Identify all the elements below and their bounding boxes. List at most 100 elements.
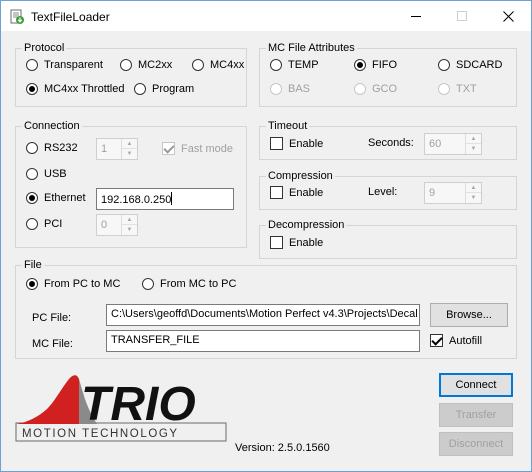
- timeout-seconds-label: Seconds:: [368, 137, 414, 149]
- close-button[interactable]: [485, 1, 531, 31]
- from-mc-to-pc-radio[interactable]: From MC to PC: [142, 278, 236, 290]
- mc-file-attributes-group: MC File Attributes TEMP FIFO SDCARD BAS …: [259, 41, 517, 107]
- connection-ethernet-radio[interactable]: Ethernet: [26, 192, 86, 204]
- connection-legend: Connection: [22, 119, 82, 133]
- protocol-group: Protocol Transparent MC2xx MC4xx MC4xx T…: [15, 41, 247, 107]
- timeout-seconds-value: 60: [429, 138, 442, 150]
- radio-circle: [26, 218, 38, 230]
- app-icon: [10, 9, 24, 24]
- radio-circle: [192, 59, 204, 71]
- spin-up-icon: ▲: [466, 183, 481, 193]
- trio-logo: TRIO MOTION TECHNOLOGY: [15, 375, 227, 442]
- checkbox: [270, 236, 283, 249]
- attr-bas-radio: BAS: [270, 83, 310, 95]
- rs232-port-spinner: 1 ▲ ▼: [96, 138, 138, 160]
- radio-circle-selected: [26, 192, 38, 204]
- mc-file-label: MC File:: [32, 338, 73, 350]
- trio-tagline-text: MOTION TECHNOLOGY: [22, 428, 179, 440]
- spin-down-icon: ▼: [126, 227, 133, 233]
- window-title: TextFileLoader: [31, 10, 110, 24]
- protocol-transparent-radio[interactable]: Transparent: [26, 59, 103, 71]
- radio-circle: [26, 59, 38, 71]
- text-caret: [171, 192, 173, 205]
- radio-circle: [120, 59, 132, 71]
- spin-up-icon: ▲: [466, 134, 481, 144]
- file-legend: File: [22, 258, 44, 272]
- radio-circle: [142, 278, 154, 290]
- mc-file-attributes-legend: MC File Attributes: [266, 41, 357, 55]
- connect-button[interactable]: Connect: [439, 373, 513, 397]
- ethernet-address-input[interactable]: 192.168.0.250: [96, 188, 234, 210]
- spin-up-icon: ▲: [122, 215, 137, 225]
- from-pc-to-mc-radio[interactable]: From PC to MC: [26, 278, 120, 290]
- rs232-port-value: 1: [101, 143, 108, 155]
- transfer-button[interactable]: Transfer: [439, 403, 513, 427]
- decompression-legend: Decompression: [266, 218, 347, 232]
- spin-down-icon: ▼: [470, 195, 477, 201]
- timeout-enable-checkbox[interactable]: Enable: [270, 137, 323, 150]
- minimize-icon: [411, 15, 421, 17]
- attr-gco-radio: GCO: [354, 83, 397, 95]
- compression-level-label: Level:: [368, 186, 398, 198]
- attr-sdcard-radio[interactable]: SDCARD: [438, 59, 502, 71]
- connection-usb-radio[interactable]: USB: [26, 168, 67, 180]
- connection-rs232-radio[interactable]: RS232: [26, 142, 78, 154]
- compression-level-value: 9: [429, 187, 436, 199]
- protocol-program-radio[interactable]: Program: [134, 83, 194, 95]
- pci-spinner: 0 ▲ ▼: [96, 214, 138, 236]
- radio-circle-disabled: [354, 83, 366, 95]
- spin-up-icon: ▲: [122, 139, 137, 149]
- protocol-legend: Protocol: [22, 41, 67, 55]
- radio-circle-disabled: [270, 83, 282, 95]
- version-text: Version: 2.5.0.1560: [235, 442, 330, 454]
- radio-circle-disabled: [438, 83, 450, 95]
- spin-down-icon: ▼: [126, 151, 133, 157]
- radio-circle: [270, 59, 282, 71]
- compression-group: Compression Enable Level: 9 ▲ ▼: [259, 169, 517, 210]
- checkbox: [270, 186, 283, 199]
- connection-group: Connection RS232 1 ▲ ▼ Fast mode USB Ethe…: [15, 119, 247, 248]
- timeout-legend: Timeout: [266, 119, 310, 133]
- attr-fifo-radio[interactable]: FIFO: [354, 59, 397, 71]
- disconnect-button[interactable]: Disconnect: [439, 432, 513, 456]
- pc-file-label: PC File:: [32, 312, 72, 324]
- protocol-mc4xx-throttled-radio[interactable]: MC4xx Throttled: [26, 83, 125, 95]
- pc-file-input[interactable]: C:\Users\geoffd\Documents\Motion Perfect…: [106, 304, 420, 326]
- autofill-checkbox[interactable]: Autofill: [430, 334, 482, 347]
- protocol-mc2xx-radio[interactable]: MC2xx: [120, 59, 172, 71]
- compression-enable-checkbox[interactable]: Enable: [270, 186, 323, 199]
- mc-file-input[interactable]: TRANSFER_FILE: [106, 330, 420, 352]
- maximize-button[interactable]: [439, 1, 485, 31]
- checkbox: [270, 137, 283, 150]
- textfileloader-window: TextFileLoader Protocol Transparent MC2x…: [0, 0, 532, 472]
- attr-temp-radio[interactable]: TEMP: [270, 59, 319, 71]
- protocol-mc4xx-radio[interactable]: MC4xx: [192, 59, 244, 71]
- close-icon: [502, 10, 514, 22]
- decompression-enable-checkbox[interactable]: Enable: [270, 236, 323, 249]
- spin-down-icon: ▼: [470, 146, 477, 152]
- radio-circle: [134, 83, 146, 95]
- trio-brand-text: TRIO: [81, 378, 196, 431]
- minimize-button[interactable]: [393, 1, 439, 31]
- radio-circle: [26, 142, 38, 154]
- checkbox-disabled-checked: [162, 142, 175, 155]
- compression-level-spinner: 9 ▲ ▼: [424, 182, 482, 204]
- radio-circle-selected: [26, 83, 38, 95]
- connection-pci-radio[interactable]: PCI: [26, 218, 62, 230]
- compression-legend: Compression: [266, 169, 335, 183]
- timeout-seconds-spinner: 60 ▲ ▼: [424, 133, 482, 155]
- attr-txt-radio: TXT: [438, 83, 477, 95]
- fast-mode-checkbox: Fast mode: [162, 142, 233, 155]
- pci-value: 0: [101, 219, 108, 231]
- radio-circle: [438, 59, 450, 71]
- radio-circle: [26, 168, 38, 180]
- title-bar: TextFileLoader: [1, 1, 531, 31]
- timeout-group: Timeout Enable Seconds: 60 ▲ ▼: [259, 119, 517, 160]
- maximize-icon: [457, 11, 467, 21]
- decompression-group: Decompression Enable: [259, 218, 517, 259]
- radio-circle-selected: [354, 59, 366, 71]
- browse-button[interactable]: Browse...: [430, 303, 508, 327]
- checkbox-checked: [430, 334, 443, 347]
- radio-circle-selected: [26, 278, 38, 290]
- file-group: File From PC to MC From MC to PC PC File…: [15, 258, 517, 359]
